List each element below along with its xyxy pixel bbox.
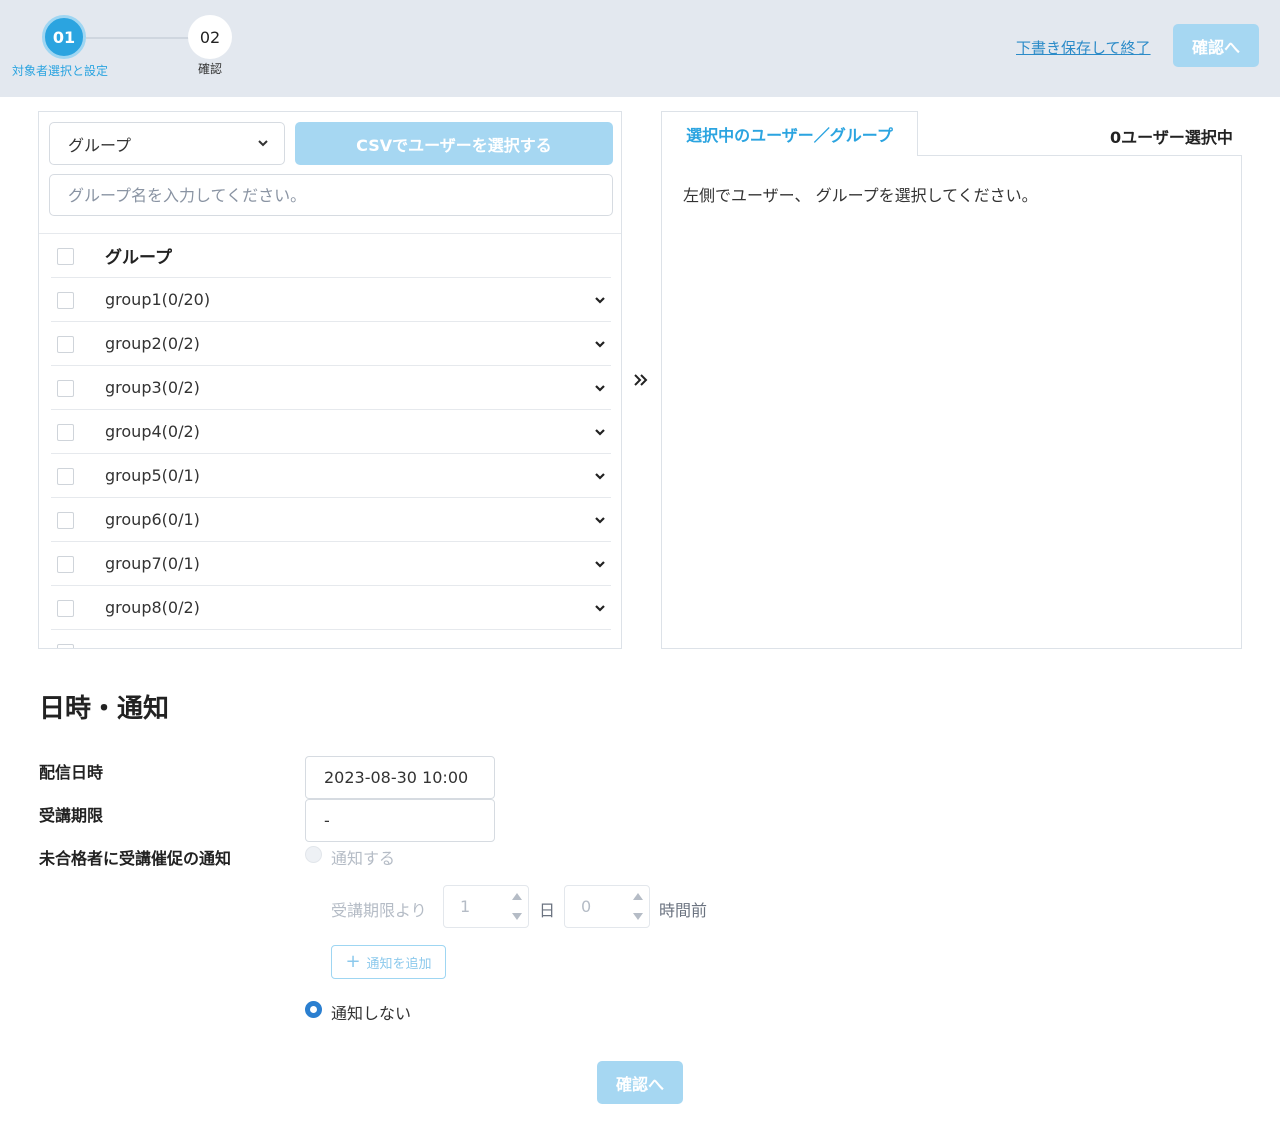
increment-icon[interactable] bbox=[633, 893, 643, 900]
group-label: group5(0/1) bbox=[105, 466, 200, 485]
csv-select-button[interactable]: CSVでユーザーを選択する bbox=[295, 122, 613, 165]
step-2-label: 確認 bbox=[198, 62, 223, 76]
type-select-value: グループ bbox=[68, 135, 132, 155]
chevron-down-icon[interactable] bbox=[593, 381, 607, 395]
delivery-datetime-label: 配信日時 bbox=[39, 763, 104, 782]
chevron-down-icon[interactable] bbox=[593, 337, 607, 351]
selected-panel: 左側でユーザー、 グループを選択してください。 bbox=[661, 155, 1242, 649]
group-list: グループ group1(0/20) group2(0/2) group3(0/2… bbox=[51, 234, 611, 648]
chevron-down-icon[interactable] bbox=[593, 601, 607, 615]
no-notify-radio[interactable] bbox=[305, 1001, 322, 1018]
days-unit: 日 bbox=[539, 901, 556, 920]
delivery-datetime-field[interactable]: 2023-08-30 10:00 bbox=[305, 756, 495, 799]
hours-value: 0 bbox=[581, 897, 592, 916]
chevron-down-icon bbox=[258, 140, 268, 147]
hours-unit: 時間前 bbox=[659, 901, 708, 920]
save-draft-link[interactable]: 下書き保存して終了 bbox=[1016, 37, 1151, 58]
group-row-partial[interactable] bbox=[51, 630, 611, 648]
chevron-down-icon[interactable] bbox=[593, 469, 607, 483]
deadline-field[interactable]: - bbox=[305, 799, 495, 842]
group-checkbox[interactable] bbox=[57, 600, 74, 617]
group-label: group7(0/1) bbox=[105, 554, 200, 573]
double-chevron-right-icon bbox=[634, 374, 648, 386]
increment-icon[interactable] bbox=[512, 893, 522, 900]
decrement-icon[interactable] bbox=[633, 913, 643, 920]
select-all-checkbox[interactable] bbox=[57, 248, 74, 265]
selected-count: 0ユーザー選択中 bbox=[1110, 128, 1233, 147]
stepper-header: 01 02 対象者選択と設定 確認 下書き保存して終了 確認へ bbox=[0, 0, 1280, 97]
step-connector bbox=[86, 37, 190, 39]
empty-message: 左側でユーザー、 グループを選択してください。 bbox=[683, 186, 1038, 205]
decrement-icon[interactable] bbox=[512, 913, 522, 920]
group-checkbox[interactable] bbox=[57, 424, 74, 441]
group-label: group6(0/1) bbox=[105, 510, 200, 529]
plus-icon: + bbox=[345, 951, 361, 972]
group-row[interactable]: group7(0/1) bbox=[51, 542, 611, 586]
group-checkbox[interactable] bbox=[57, 468, 74, 485]
group-header-label: グループ bbox=[105, 248, 172, 268]
chevron-down-icon[interactable] bbox=[593, 557, 607, 571]
group-checkbox[interactable] bbox=[57, 556, 74, 573]
group-row[interactable]: group8(0/2) bbox=[51, 586, 611, 630]
group-label: group3(0/2) bbox=[105, 378, 200, 397]
tab-selected-users-groups[interactable]: 選択中のユーザー／グループ bbox=[661, 111, 918, 156]
notify-radio[interactable] bbox=[305, 846, 322, 863]
from-deadline-text: 受講期限より bbox=[331, 901, 427, 920]
group-row[interactable]: group2(0/2) bbox=[51, 322, 611, 366]
group-checkbox[interactable] bbox=[57, 380, 74, 397]
group-row[interactable]: group4(0/2) bbox=[51, 410, 611, 454]
group-selection-panel: グループ CSVでユーザーを選択する グループ group1(0/20) gro… bbox=[38, 111, 622, 649]
group-checkbox[interactable] bbox=[57, 644, 74, 648]
chevron-down-icon[interactable] bbox=[593, 425, 607, 439]
group-label: group1(0/20) bbox=[105, 290, 211, 309]
no-notify-radio-label: 通知しない bbox=[331, 1004, 412, 1023]
group-label: group8(0/2) bbox=[105, 598, 200, 617]
confirm-button-top[interactable]: 確認へ bbox=[1173, 24, 1259, 67]
hours-stepper[interactable]: 0 bbox=[564, 885, 650, 928]
deadline-label: 受講期限 bbox=[39, 806, 104, 825]
step-1-label: 対象者選択と設定 bbox=[12, 64, 109, 78]
group-row[interactable]: group6(0/1) bbox=[51, 498, 611, 542]
group-checkbox[interactable] bbox=[57, 512, 74, 529]
group-label: group2(0/2) bbox=[105, 334, 200, 353]
days-stepper[interactable]: 1 bbox=[443, 885, 529, 928]
group-checkbox[interactable] bbox=[57, 336, 74, 353]
group-label: group4(0/2) bbox=[105, 422, 200, 441]
section-title: 日時・通知 bbox=[39, 694, 170, 724]
group-row[interactable]: group5(0/1) bbox=[51, 454, 611, 498]
add-notification-button[interactable]: + 通知を追加 bbox=[331, 945, 446, 979]
days-value: 1 bbox=[460, 897, 471, 916]
notify-radio-label: 通知する bbox=[331, 849, 396, 868]
add-notification-label: 通知を追加 bbox=[366, 956, 432, 972]
chevron-down-icon[interactable] bbox=[593, 513, 607, 527]
step-2-circle: 02 bbox=[188, 15, 232, 59]
group-checkbox[interactable] bbox=[57, 292, 74, 309]
step-1-circle: 01 bbox=[42, 15, 86, 59]
type-select[interactable]: グループ bbox=[49, 122, 285, 165]
chevron-down-icon[interactable] bbox=[593, 293, 607, 307]
group-search-input[interactable] bbox=[49, 174, 613, 216]
group-row[interactable]: group1(0/20) bbox=[51, 278, 611, 322]
confirm-button-bottom[interactable]: 確認へ bbox=[597, 1061, 683, 1104]
group-list-header: グループ bbox=[51, 234, 611, 278]
reminder-label: 未合格者に受講催促の通知 bbox=[39, 849, 232, 868]
group-row[interactable]: group3(0/2) bbox=[51, 366, 611, 410]
